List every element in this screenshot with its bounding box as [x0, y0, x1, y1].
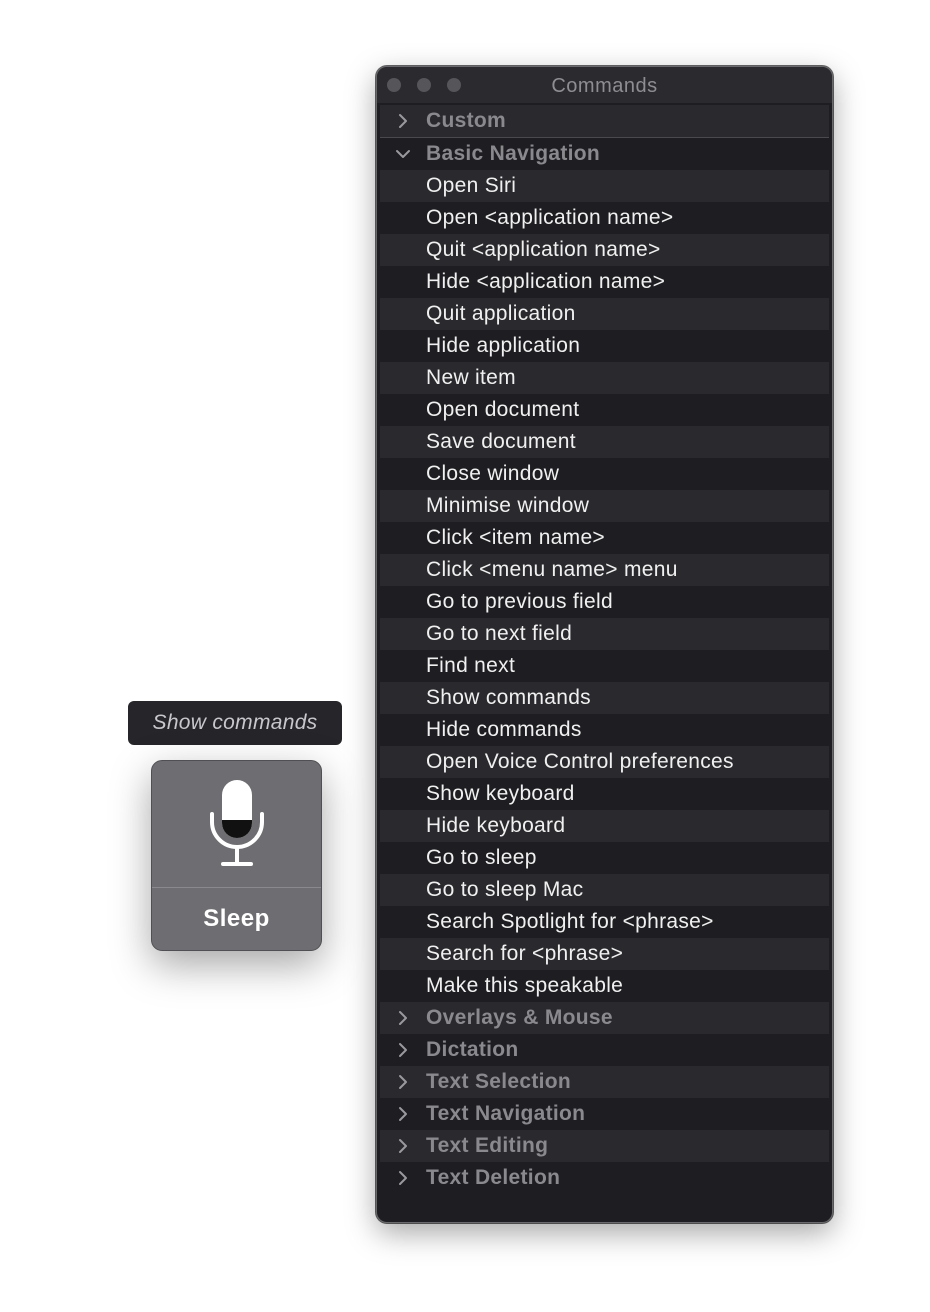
command-label: Go to sleep: [426, 846, 537, 869]
command-group-row[interactable]: Overlays & Mouse: [380, 1002, 829, 1034]
window-titlebar[interactable]: Commands: [377, 67, 832, 103]
command-label: Go to next field: [426, 622, 573, 645]
command-row[interactable]: Open Siri: [380, 170, 829, 202]
command-label: Open document: [426, 398, 580, 421]
mic-status-label: Sleep: [203, 905, 270, 932]
command-group-label: Dictation: [426, 1038, 519, 1061]
command-row[interactable]: Hide <application name>: [380, 266, 829, 298]
command-row[interactable]: Find next: [380, 650, 829, 682]
command-group-label: Text Navigation: [426, 1102, 586, 1125]
command-row[interactable]: Go to previous field: [380, 586, 829, 618]
command-row[interactable]: Search Spotlight for <phrase>: [380, 906, 829, 938]
voice-control-mic-tile[interactable]: Sleep: [151, 760, 322, 951]
command-row[interactable]: Show commands: [380, 682, 829, 714]
chevron-right-icon[interactable]: [380, 113, 426, 129]
chevron-right-icon[interactable]: [380, 1138, 426, 1154]
command-label: Open Siri: [426, 174, 517, 197]
command-row[interactable]: Go to next field: [380, 618, 829, 650]
chevron-down-icon[interactable]: [380, 148, 426, 160]
command-row[interactable]: Show keyboard: [380, 778, 829, 810]
command-group-row[interactable]: Text Deletion: [380, 1162, 829, 1194]
command-row[interactable]: Open document: [380, 394, 829, 426]
microphone-button[interactable]: [152, 761, 321, 887]
chevron-right-icon[interactable]: [380, 1010, 426, 1026]
command-group-label: Basic Navigation: [426, 142, 601, 165]
command-group-row[interactable]: Text Selection: [380, 1066, 829, 1098]
command-row[interactable]: Make this speakable: [380, 970, 829, 1002]
command-group-label: Text Deletion: [426, 1166, 561, 1189]
command-group-row[interactable]: Text Navigation: [380, 1098, 829, 1130]
command-label: Click <menu name> menu: [426, 558, 678, 581]
command-label: Hide keyboard: [426, 814, 566, 837]
command-label: Hide application: [426, 334, 581, 357]
command-label: Save document: [426, 430, 576, 453]
command-row[interactable]: Close window: [380, 458, 829, 490]
command-label: Quit <application name>: [426, 238, 661, 261]
show-commands-tooltip: Show commands: [128, 701, 342, 745]
commands-list[interactable]: Custom Basic Navigation Open Siri Open <app…: [380, 105, 829, 1194]
command-group-row[interactable]: Custom: [380, 105, 829, 138]
command-group-row[interactable]: Text Editing: [380, 1130, 829, 1162]
command-row[interactable]: Search for <phrase>: [380, 938, 829, 970]
command-row[interactable]: Hide application: [380, 330, 829, 362]
command-label: Search for <phrase>: [426, 942, 624, 965]
command-row[interactable]: Go to sleep: [380, 842, 829, 874]
command-row[interactable]: Open Voice Control preferences: [380, 746, 829, 778]
command-label: Minimise window: [426, 494, 590, 517]
command-row[interactable]: Go to sleep Mac: [380, 874, 829, 906]
command-label: New item: [426, 366, 516, 389]
command-label: Search Spotlight for <phrase>: [426, 910, 714, 933]
chevron-right-icon[interactable]: [380, 1074, 426, 1090]
command-row[interactable]: Hide keyboard: [380, 810, 829, 842]
command-group-label: Custom: [426, 109, 506, 132]
command-label: Open Voice Control preferences: [426, 750, 734, 773]
command-label: Make this speakable: [426, 974, 624, 997]
command-row[interactable]: Open <application name>: [380, 202, 829, 234]
chevron-right-icon[interactable]: [380, 1042, 426, 1058]
command-group-label: Text Editing: [426, 1134, 549, 1157]
command-row[interactable]: Quit application: [380, 298, 829, 330]
command-label: Open <application name>: [426, 206, 674, 229]
command-group-label: Text Selection: [426, 1070, 572, 1093]
command-group-row[interactable]: Dictation: [380, 1034, 829, 1066]
command-group-label: Overlays & Mouse: [426, 1006, 613, 1029]
command-row[interactable]: Hide commands: [380, 714, 829, 746]
command-row[interactable]: Click <menu name> menu: [380, 554, 829, 586]
command-label: Click <item name>: [426, 526, 605, 549]
command-label: Go to previous field: [426, 590, 613, 613]
command-row[interactable]: Click <item name>: [380, 522, 829, 554]
command-row[interactable]: Save document: [380, 426, 829, 458]
command-label: Quit application: [426, 302, 576, 325]
command-label: Close window: [426, 462, 560, 485]
command-label: Hide commands: [426, 718, 582, 741]
chevron-right-icon[interactable]: [380, 1170, 426, 1186]
microphone-icon: [209, 780, 264, 866]
commands-window: Commands Custom Basic Navigation Open Siri…: [376, 66, 833, 1223]
command-label: Hide <application name>: [426, 270, 666, 293]
command-label: Show commands: [426, 686, 591, 709]
command-label: Show keyboard: [426, 782, 575, 805]
chevron-right-icon[interactable]: [380, 1106, 426, 1122]
command-row[interactable]: Quit <application name>: [380, 234, 829, 266]
command-row[interactable]: Minimise window: [380, 490, 829, 522]
command-label: Find next: [426, 654, 516, 677]
command-group-row[interactable]: Basic Navigation: [380, 138, 829, 170]
command-row[interactable]: New item: [380, 362, 829, 394]
window-title: Commands: [551, 75, 658, 97]
command-label: Go to sleep Mac: [426, 878, 584, 901]
